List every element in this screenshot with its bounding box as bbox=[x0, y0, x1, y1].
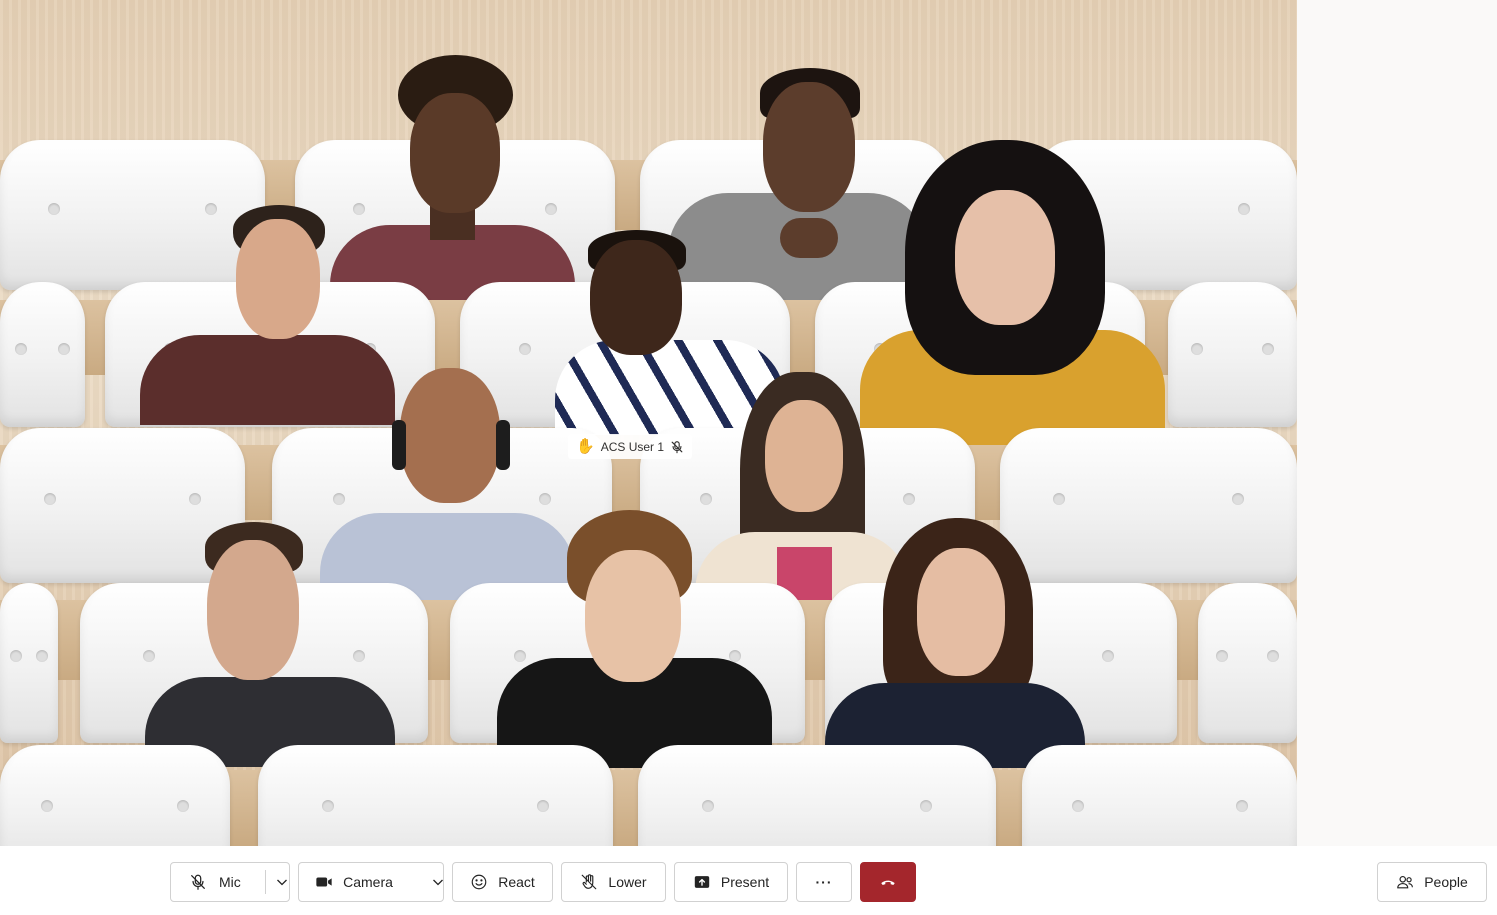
participant-video bbox=[825, 518, 1085, 768]
phone-hangup-icon bbox=[881, 880, 895, 886]
camera-split-button: Camera bbox=[298, 862, 444, 902]
seat bbox=[1168, 282, 1297, 427]
camera-options-button[interactable] bbox=[431, 863, 445, 901]
seat bbox=[638, 745, 996, 846]
side-panel bbox=[1297, 0, 1497, 846]
camera-label: Camera bbox=[343, 874, 393, 890]
hang-up-button[interactable] bbox=[860, 862, 916, 902]
people-label: People bbox=[1424, 874, 1468, 890]
participant-video bbox=[497, 510, 772, 768]
seat bbox=[0, 745, 230, 846]
present-button[interactable]: Present bbox=[674, 862, 788, 902]
people-icon bbox=[1397, 876, 1414, 889]
seat bbox=[0, 583, 58, 743]
emoji-icon bbox=[471, 874, 487, 890]
people-button[interactable]: People bbox=[1377, 862, 1487, 902]
mic-off-icon bbox=[191, 874, 205, 890]
camera-button[interactable]: Camera bbox=[297, 863, 411, 901]
lower-label: Lower bbox=[608, 874, 647, 890]
more-options-button[interactable]: ··· bbox=[796, 862, 852, 902]
participant-name-tag: ✋ ACS User 1 bbox=[568, 434, 693, 459]
mic-options-button[interactable] bbox=[275, 863, 289, 901]
seat bbox=[258, 745, 613, 846]
together-mode-stage: ✋ ACS User 1 bbox=[0, 0, 1297, 846]
participant-name: ACS User 1 bbox=[600, 439, 665, 454]
mic-split-button: Mic bbox=[170, 862, 290, 902]
share-screen-icon bbox=[694, 876, 710, 888]
camera-icon bbox=[316, 877, 332, 887]
seat bbox=[1198, 583, 1297, 743]
mic-button[interactable]: Mic bbox=[171, 863, 255, 901]
mic-off-icon bbox=[671, 440, 683, 453]
more-icon: ··· bbox=[815, 874, 833, 890]
lower-hand-button[interactable]: Lower bbox=[561, 862, 666, 902]
react-button[interactable]: React bbox=[452, 862, 553, 902]
mic-label: Mic bbox=[219, 874, 241, 890]
react-label: React bbox=[498, 874, 535, 890]
raised-hand-icon: ✋ bbox=[576, 438, 595, 455]
seat bbox=[0, 282, 85, 427]
participant-video bbox=[145, 522, 395, 767]
chevron-down-icon bbox=[277, 879, 287, 886]
hand-off-icon bbox=[582, 874, 597, 890]
chevron-down-icon bbox=[432, 879, 443, 886]
call-controls-bar: Mic Camera React Lower Present ··· Peopl… bbox=[0, 846, 1497, 915]
present-label: Present bbox=[720, 874, 770, 890]
seat bbox=[1022, 745, 1297, 846]
